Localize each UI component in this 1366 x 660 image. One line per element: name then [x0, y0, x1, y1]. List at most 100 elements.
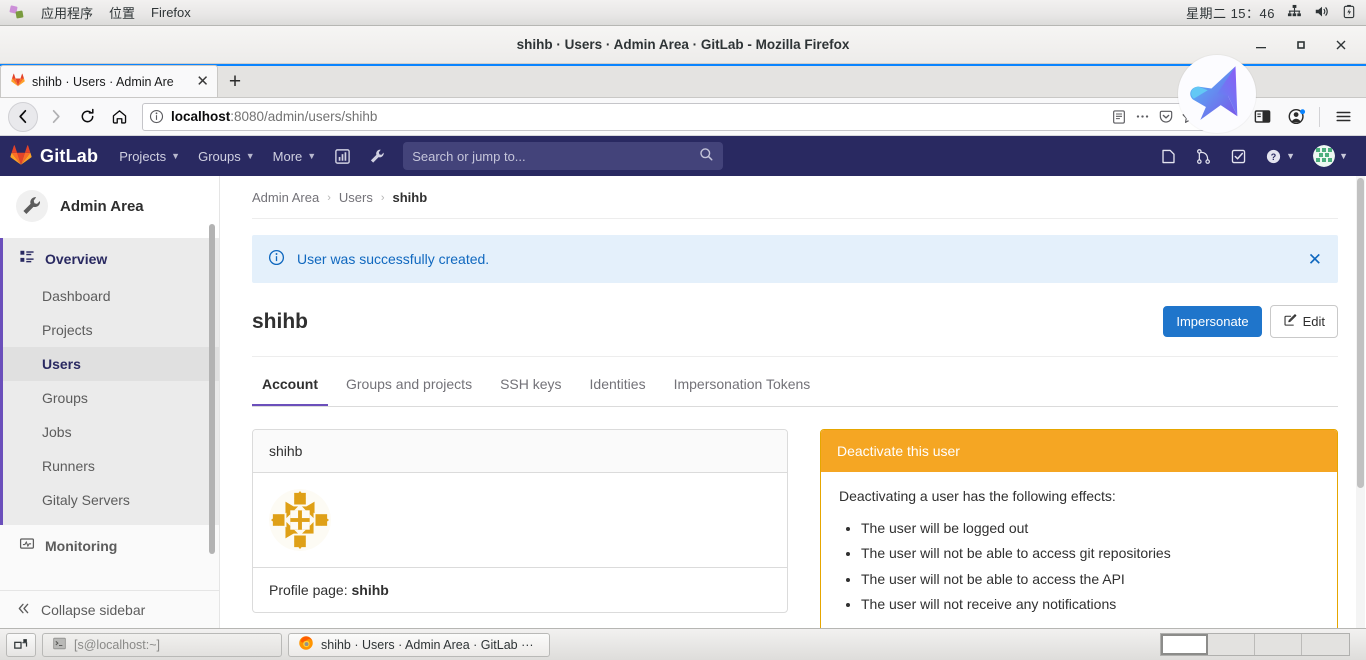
sidebar-monitoring-label: Monitoring [45, 537, 118, 554]
search-input[interactable]: Search or jump to... [403, 142, 724, 170]
back-icon[interactable] [8, 101, 38, 132]
page-title: shihb [252, 309, 308, 333]
sidebar-header[interactable]: Admin Area [0, 176, 219, 238]
deactivate-card: Deactivate this user Deactivating a user… [820, 429, 1338, 628]
url-text[interactable]: localhost:8080/admin/users/shihb [171, 109, 1104, 124]
workspace-1[interactable] [1161, 634, 1208, 655]
user-avatar-menu[interactable]: ▼ [1305, 138, 1356, 174]
collapse-sidebar-button[interactable]: Collapse sidebar [0, 590, 219, 628]
forward-icon[interactable] [40, 102, 70, 132]
help-icon[interactable]: ? ▼ [1257, 141, 1303, 172]
chevron-double-left-icon [16, 601, 31, 619]
sidebar-item-monitoring[interactable]: Monitoring [0, 525, 219, 566]
nav-groups-label: Groups [198, 148, 241, 164]
window-minimize-button[interactable] [1254, 38, 1268, 52]
new-tab-button[interactable]: + [218, 67, 252, 97]
sidebar-item-groups[interactable]: Groups [3, 381, 219, 415]
account-icon[interactable] [1281, 102, 1311, 132]
tab-identities[interactable]: Identities [580, 363, 656, 406]
taskbar-item-terminal[interactable]: [s@localhost:~] [42, 632, 282, 657]
profile-page-value[interactable]: shihb [352, 582, 389, 598]
sidebar-item-overview[interactable]: Overview [0, 238, 219, 279]
reload-icon[interactable] [72, 102, 102, 132]
alert-close-icon[interactable]: ✕ [1308, 251, 1322, 268]
workspace-2[interactable] [1208, 634, 1255, 655]
tab-impersonation-tokens[interactable]: Impersonation Tokens [664, 363, 821, 406]
tab-close-icon[interactable]: ✕ [196, 74, 209, 89]
menu-applications[interactable]: 应用程序 [41, 3, 93, 22]
nav-projects[interactable]: Projects ▼ [110, 142, 189, 171]
show-desktop-button[interactable] [6, 632, 36, 657]
page-scrollbar[interactable] [1356, 176, 1365, 628]
sidebar-item-gitaly-servers[interactable]: Gitaly Servers [3, 483, 219, 517]
search-icon[interactable] [699, 147, 714, 165]
menu-firefox[interactable]: Firefox [151, 5, 191, 20]
menu-places[interactable]: 位置 [109, 3, 135, 22]
todos-icon[interactable] [1222, 141, 1255, 172]
edit-label: Edit [1302, 314, 1325, 329]
battery-icon[interactable] [1342, 4, 1356, 22]
analytics-icon[interactable] [325, 141, 360, 172]
nav-more[interactable]: More ▼ [264, 142, 326, 171]
page-header: shihb Impersonate Edit [252, 283, 1338, 357]
terminal-icon [52, 636, 67, 654]
chevron-down-icon: ▼ [245, 151, 255, 161]
account-name: shihb [253, 430, 787, 473]
new-item-icon[interactable] [1134, 149, 1150, 163]
deactivate-panel: Deactivate this user Deactivating a user… [820, 429, 1338, 628]
workspace-3[interactable] [1255, 634, 1302, 655]
sidebar-item-jobs[interactable]: Jobs [3, 415, 219, 449]
issues-icon[interactable] [1152, 141, 1185, 172]
gnome-top-panel: 应用程序 位置 Firefox 星期二 15：46 [0, 0, 1366, 26]
impersonate-button[interactable]: Impersonate [1163, 306, 1262, 337]
volume-icon[interactable] [1314, 4, 1330, 22]
navigation-toolbar: localhost:8080/admin/users/shihb [0, 98, 1366, 136]
panels: shihb Profile page: shihb Deactivate thi… [252, 429, 1338, 628]
taskbar-item-firefox[interactable]: shihb · Users · Admin Area · GitLab ··· [288, 632, 550, 657]
workspace-4[interactable] [1302, 634, 1349, 655]
main-content: Admin Area › Users › shihb User was succ… [220, 176, 1366, 628]
breadcrumb-admin-area[interactable]: Admin Area [252, 190, 319, 205]
window-maximize-button[interactable] [1294, 38, 1308, 52]
sidebar-item-users[interactable]: Users [3, 347, 219, 381]
deactivate-card-body: Deactivating a user has the following ef… [821, 472, 1337, 628]
home-icon[interactable] [104, 102, 134, 132]
nav-groups[interactable]: Groups ▼ [189, 142, 264, 171]
chevron-down-icon: ▼ [171, 151, 181, 161]
sidebar-item-dashboard[interactable]: Dashboard [3, 279, 219, 313]
admin-wrench-icon[interactable] [360, 141, 395, 172]
window-close-button[interactable] [1334, 38, 1348, 52]
reader-view-icon[interactable] [1111, 109, 1127, 125]
firefox-window: shihb · Users · Admin Area · GitLab - Mo… [0, 26, 1366, 628]
taskbar-firefox-label: shihb · Users · Admin Area · GitLab ··· [321, 637, 534, 652]
gitlab-logo-link[interactable]: GitLab [10, 144, 98, 169]
url-bar[interactable]: localhost:8080/admin/users/shihb [142, 102, 1205, 131]
page-actions-icon[interactable] [1134, 108, 1151, 125]
page-info-icon[interactable] [149, 109, 164, 124]
sidebar-scrollbar[interactable] [209, 224, 215, 554]
sidebar-item-projects[interactable]: Projects [3, 313, 219, 347]
avatar-row [253, 473, 787, 567]
sidebar-overview-label: Overview [45, 250, 108, 267]
tab-account[interactable]: Account [252, 363, 328, 406]
edit-button[interactable]: Edit [1269, 305, 1338, 338]
hamburger-menu-icon[interactable] [1328, 102, 1358, 132]
wrench-icon [16, 190, 48, 222]
tab-groups-and-projects[interactable]: Groups and projects [336, 363, 482, 406]
clock[interactable]: 星期二 15：46 [1186, 3, 1275, 22]
workspace-switcher[interactable] [1160, 633, 1350, 656]
success-alert: User was successfully created. ✕ [252, 235, 1338, 283]
sidebar-item-runners[interactable]: Runners [3, 449, 219, 483]
browser-tab[interactable]: shihb · Users · Admin Are ✕ [0, 65, 218, 97]
page-scrollbar-thumb[interactable] [1357, 178, 1364, 488]
merge-requests-icon[interactable] [1187, 141, 1220, 172]
network-icon[interactable] [1287, 4, 1302, 22]
tab-title: shihb · Users · Admin Are [32, 74, 174, 89]
breadcrumb-users[interactable]: Users [339, 190, 373, 205]
pocket-icon[interactable] [1158, 109, 1174, 125]
deactivate-effects-list: The user will be logged out The user wil… [861, 518, 1319, 614]
deactivate-card-title: Deactivate this user [821, 430, 1337, 472]
bird-logo-overlay [1178, 55, 1256, 133]
gitlab-body: Admin Area Overview Dashboard Projects U… [0, 176, 1366, 628]
tab-ssh-keys[interactable]: SSH keys [490, 363, 571, 406]
